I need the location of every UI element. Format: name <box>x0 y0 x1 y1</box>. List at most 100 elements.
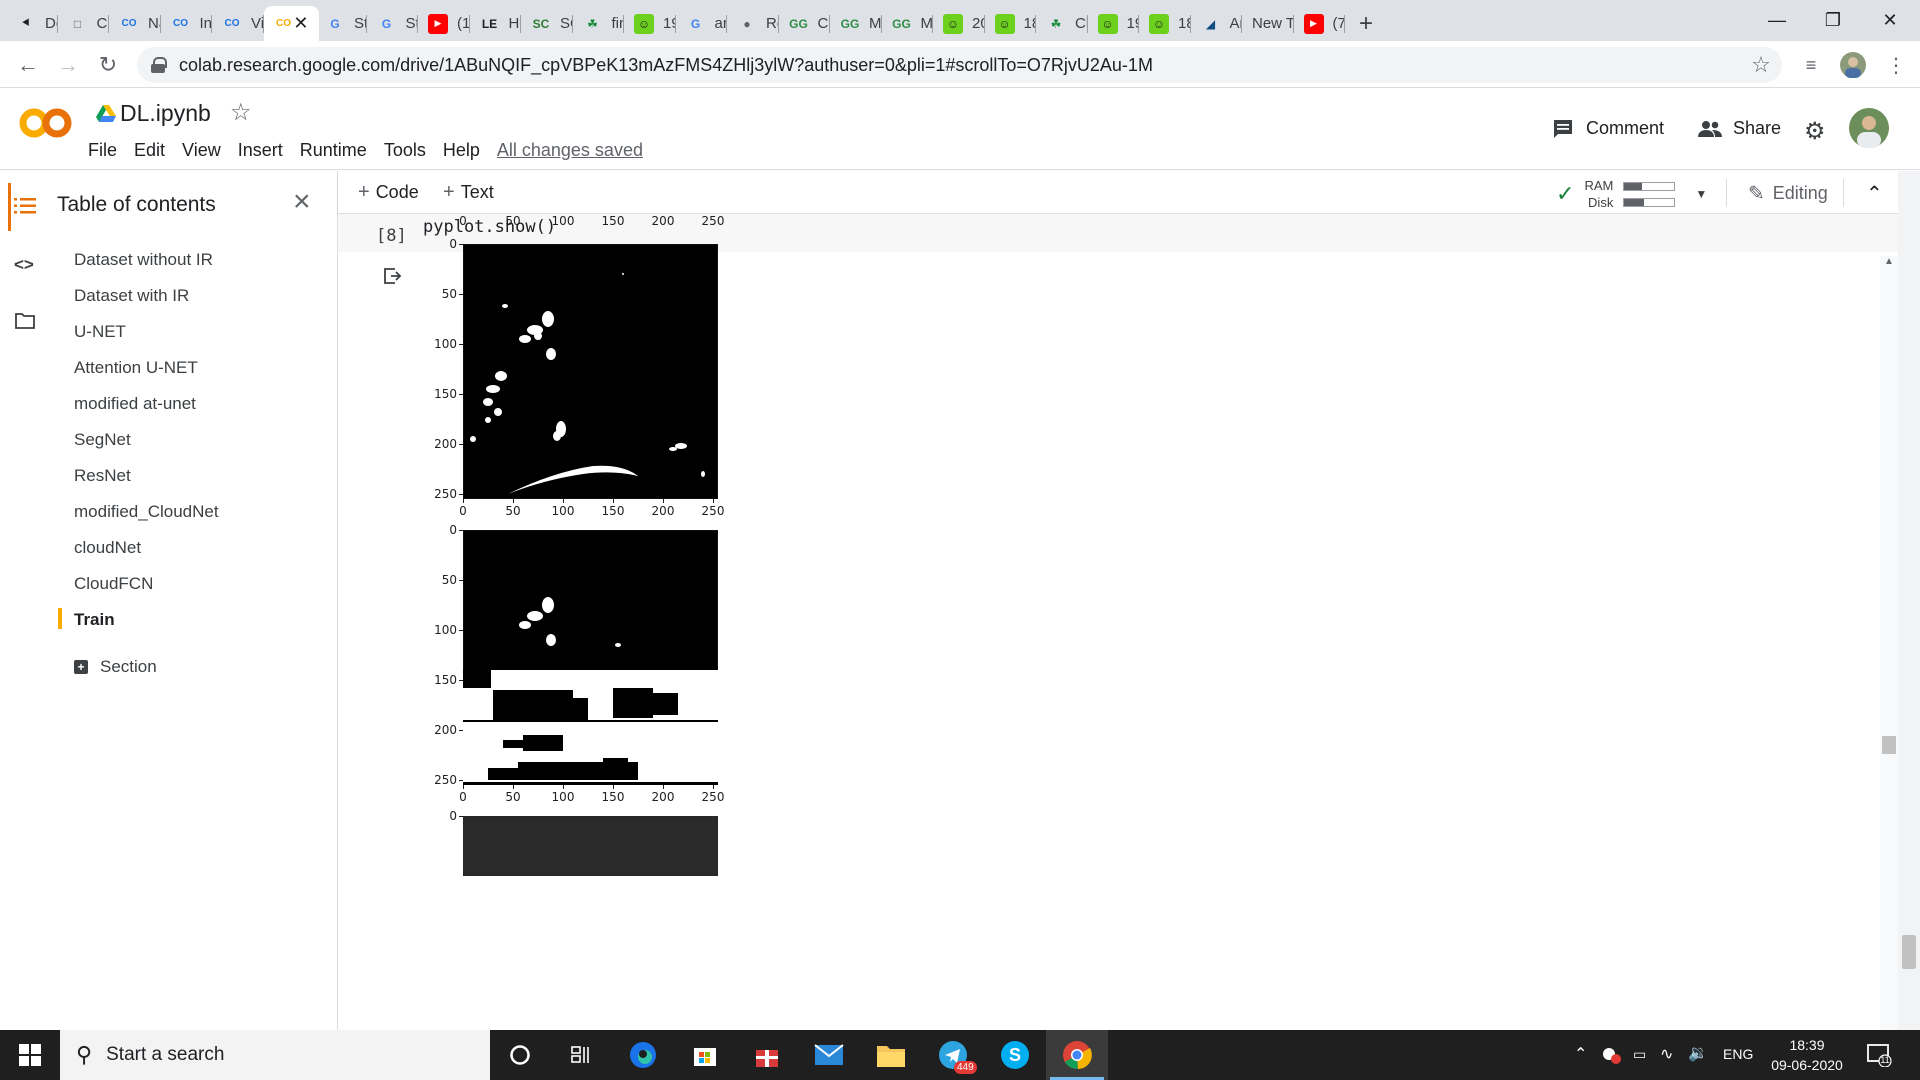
toc-item-dataset-with-ir[interactable]: Dataset with IR <box>74 286 189 306</box>
add-text-cell-button[interactable]: + Text <box>443 181 494 204</box>
toc-item-u-net[interactable]: U-NET <box>74 322 126 342</box>
browser-tab[interactable]: GGCo <box>779 6 830 41</box>
colab-logo[interactable] <box>18 105 74 141</box>
back-arrow-icon[interactable]: ← <box>12 49 44 81</box>
browser-tab[interactable]: ◢Ar <box>1191 6 1242 41</box>
output-actions-icon[interactable] <box>382 266 402 286</box>
telegram-icon[interactable]: 449 <box>922 1030 984 1080</box>
browser-tab[interactable]: CO ✕ <box>263 6 319 41</box>
task-view-icon[interactable] <box>550 1030 612 1080</box>
bookmark-star-icon[interactable]: ☆ <box>1745 49 1777 81</box>
taskbar-search-box[interactable]: ⚲ Start a search <box>60 1030 490 1080</box>
editing-mode-button[interactable]: ✎ Editing <box>1748 181 1828 206</box>
table-of-contents-icon[interactable] <box>14 197 36 220</box>
toc-item-modified-at-unet[interactable]: modified at-unet <box>74 394 196 414</box>
save-status-link[interactable]: All changes saved <box>497 140 643 161</box>
resources-indicator[interactable]: ✓ RAM Disk ▼ <box>1556 177 1707 211</box>
add-section-button[interactable]: + Section <box>74 657 157 677</box>
browser-tab[interactable]: GG M <box>882 6 933 41</box>
browser-tab[interactable]: ☺18 <box>1139 6 1191 41</box>
windows-start-button[interactable] <box>0 1030 60 1080</box>
comment-button[interactable]: Comment <box>1552 118 1664 139</box>
browser-tab[interactable]: ▶ (1 <box>418 6 470 41</box>
network-warning-icon[interactable] <box>1601 1046 1621 1064</box>
menu-help[interactable]: Help <box>443 140 480 161</box>
url-text[interactable]: colab.research.google.com/drive/1ABuNQIF… <box>179 55 1153 76</box>
close-window-icon[interactable]: ✕ <box>1860 0 1920 41</box>
gift-app-icon[interactable] <box>736 1030 798 1080</box>
menu-view[interactable]: View <box>182 140 221 161</box>
menu-file[interactable]: File <box>88 140 117 161</box>
close-tab-icon[interactable]: ✕ <box>293 13 308 34</box>
output-scrollbar[interactable]: ▲ <box>1880 256 1898 1030</box>
menu-runtime[interactable]: Runtime <box>300 140 367 161</box>
mail-icon[interactable] <box>798 1030 860 1080</box>
toc-item-attention-u-net[interactable]: Attention U-NET <box>74 358 198 378</box>
browser-tab[interactable]: ☺19 <box>624 6 676 41</box>
settings-gear-icon[interactable]: ⚙ <box>1804 117 1826 146</box>
menu-insert[interactable]: Insert <box>238 140 283 161</box>
close-panel-icon[interactable]: × <box>293 185 311 219</box>
menu-edit[interactable]: Edit <box>134 140 165 161</box>
toc-item-cloudnet[interactable]: cloudNet <box>74 538 141 558</box>
browser-tab[interactable]: GSt <box>367 6 418 41</box>
toc-item-train[interactable]: Train <box>74 610 115 630</box>
browser-tab[interactable]: Gar <box>676 6 727 41</box>
battery-icon[interactable]: ▭ <box>1633 1046 1646 1063</box>
cortana-icon[interactable] <box>489 1030 551 1080</box>
page-scrollbar[interactable] <box>1898 171 1920 1030</box>
browser-tab[interactable]: ☘ fin <box>573 6 624 41</box>
browser-tab[interactable]: GSt <box>315 6 367 41</box>
browser-tab[interactable]: LE H <box>470 6 521 41</box>
chrome-taskbar-icon[interactable] <box>1046 1030 1108 1080</box>
toc-item-dataset-without-ir[interactable]: Dataset without IR <box>74 250 213 270</box>
browser-tab[interactable]: ☘Cl <box>1036 6 1088 41</box>
toc-item-modified-cloudnet[interactable]: modified_CloudNet <box>74 502 219 522</box>
toc-item-segnet[interactable]: SegNet <box>74 430 131 450</box>
action-center-icon[interactable]: 11 <box>1866 1043 1892 1072</box>
output-scroll-thumb[interactable] <box>1882 736 1896 754</box>
user-avatar[interactable] <box>1849 108 1889 148</box>
browser-tab[interactable]: ⯇De <box>6 6 58 41</box>
browser-tab[interactable]: ▶ (7 <box>1294 6 1345 41</box>
toc-item-cloudfcn[interactable]: CloudFCN <box>74 574 153 594</box>
code-snippets-icon[interactable]: <> <box>14 255 34 275</box>
minimize-window-icon[interactable]: — <box>1747 0 1807 41</box>
browser-tab[interactable]: SCSC <box>521 6 573 41</box>
system-clock[interactable]: 18:39 09-06-2020 <box>1762 1035 1852 1075</box>
collapse-header-icon[interactable]: ⌃ <box>1866 181 1883 206</box>
share-button[interactable]: Share <box>1697 118 1781 139</box>
browser-tab[interactable]: ☺20 <box>933 6 985 41</box>
browser-tab[interactable]: ☺19 <box>1088 6 1139 41</box>
profile-avatar[interactable] <box>1837 49 1869 81</box>
microsoft-store-icon[interactable] <box>674 1030 736 1080</box>
wifi-icon[interactable]: ∿ <box>1660 1044 1673 1064</box>
browser-tab[interactable]: New T <box>1242 6 1294 41</box>
browser-tab[interactable]: □Ca <box>58 6 109 41</box>
reload-icon[interactable]: ↻ <box>92 49 124 81</box>
browser-tab[interactable]: ●Re <box>727 6 779 41</box>
address-bar[interactable]: colab.research.google.com/drive/1ABuNQIF… <box>137 47 1782 83</box>
files-folder-icon[interactable] <box>15 313 35 334</box>
browser-tab[interactable]: CO In <box>161 6 212 41</box>
volume-icon[interactable]: 🔉 <box>1688 1043 1708 1063</box>
new-tab-button[interactable]: + <box>1349 6 1389 41</box>
browser-tab[interactable]: CO Vi <box>212 6 264 41</box>
language-indicator[interactable]: ENG <box>1723 1046 1753 1062</box>
add-code-cell-button[interactable]: + Code <box>358 181 419 204</box>
notebook-title[interactable]: DL.ipynb <box>120 100 211 127</box>
browser-tab[interactable]: GG M <box>830 6 882 41</box>
forward-arrow-icon[interactable]: → <box>52 49 84 81</box>
restore-window-icon[interactable]: ❐ <box>1803 0 1863 41</box>
browser-tab[interactable]: ☺18 <box>985 6 1036 41</box>
menu-tools[interactable]: Tools <box>384 140 426 161</box>
dropdown-caret-icon[interactable]: ▼ <box>1695 187 1707 201</box>
chrome-menu-icon[interactable]: ⋮ <box>1880 49 1912 81</box>
file-explorer-icon[interactable] <box>860 1030 922 1080</box>
media-control-icon[interactable]: ≡ <box>1795 49 1827 81</box>
star-notebook-icon[interactable]: ☆ <box>230 98 252 127</box>
scroll-up-arrow-icon[interactable]: ▲ <box>1884 256 1894 267</box>
show-hidden-icons-chevron[interactable]: ⌃ <box>1574 1044 1587 1064</box>
page-scroll-thumb[interactable] <box>1902 935 1916 969</box>
browser-tab[interactable]: CONa <box>109 6 161 41</box>
